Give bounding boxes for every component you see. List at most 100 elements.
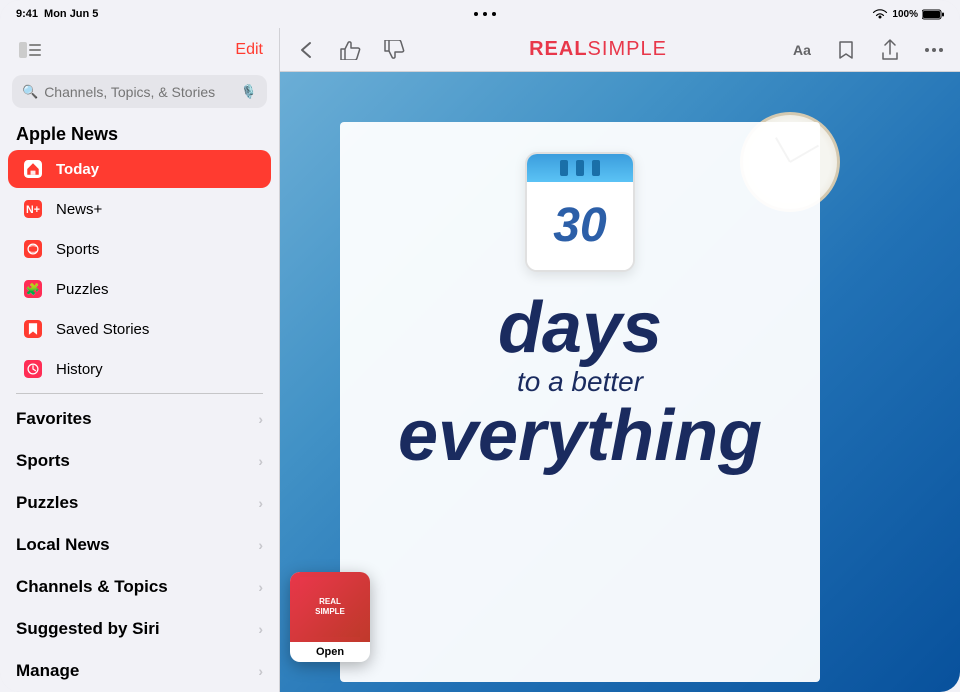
dot1: [474, 12, 478, 16]
apple-news-section-label: Apple News: [0, 116, 279, 149]
article-card: 30 days to a better everything: [340, 122, 820, 682]
news-plus-icon: N+: [20, 196, 46, 222]
suggested-by-siri-label: Suggested by Siri: [16, 619, 160, 639]
puzzles-group-chevron: ›: [258, 495, 263, 511]
article-toolbar: REALSIMPLE Aa: [280, 28, 960, 72]
sidebar-item-history[interactable]: History: [8, 350, 271, 388]
sidebar-item-local-news[interactable]: Local News ›: [0, 524, 279, 566]
open-popup-label[interactable]: Open: [316, 642, 344, 662]
like-button[interactable]: [336, 36, 364, 64]
suggested-by-siri-chevron: ›: [258, 621, 263, 637]
main-layout: Edit 🔍 🎙️ Apple News Today: [0, 28, 960, 692]
sidebar-item-puzzles[interactable]: 🧩 Puzzles: [8, 270, 271, 308]
popup-thumbnail: REALSIMPLE: [290, 572, 370, 642]
content-area: REALSIMPLE Aa: [280, 28, 960, 692]
dislike-icon: [383, 40, 405, 60]
sports-group-chevron: ›: [258, 453, 263, 469]
status-bar-center: [474, 12, 496, 16]
like-icon: [339, 40, 361, 60]
channels-topics-chevron: ›: [258, 579, 263, 595]
saved-stories-icon: [20, 316, 46, 342]
sidebar-item-saved-stories[interactable]: Saved Stories: [8, 310, 271, 348]
puzzles-group-label: Puzzles: [16, 493, 78, 513]
calendar-number: 30: [553, 202, 606, 250]
dot3: [492, 12, 496, 16]
local-news-label: Local News: [16, 535, 110, 555]
sidebar-item-channels-topics[interactable]: Channels & Topics ›: [0, 566, 279, 608]
article-content: 30 days to a better everything REALSIMPL…: [280, 72, 960, 692]
search-input[interactable]: [44, 84, 235, 100]
puzzles-icon: 🧩: [20, 276, 46, 302]
today-icon: [20, 156, 46, 182]
search-bar[interactable]: 🔍 🎙️: [12, 75, 267, 108]
today-label: Today: [56, 161, 99, 178]
sidebar-topbar: Edit: [0, 28, 279, 71]
cal-ring-2: [576, 160, 584, 176]
toolbar-left: [292, 36, 408, 64]
svg-text:🧩: 🧩: [26, 282, 40, 296]
status-bar-left: 9:41 Mon Jun 5: [16, 8, 98, 20]
calendar-body: 30: [527, 182, 633, 270]
back-icon: [300, 41, 312, 59]
channels-topics-label: Channels & Topics: [16, 577, 168, 597]
share-button[interactable]: [876, 36, 904, 64]
status-bar: 9:41 Mon Jun 5 100%: [0, 0, 960, 28]
cal-ring-1: [560, 160, 568, 176]
status-time: 9:41: [16, 8, 38, 20]
toolbar-right: Aa: [788, 36, 948, 64]
news-plus-label: News+: [56, 201, 102, 218]
sidebar-item-news-plus[interactable]: N+ News+: [8, 190, 271, 228]
bookmark-icon: [838, 40, 854, 60]
battery-level: 100%: [892, 9, 918, 20]
status-day: Mon Jun 5: [44, 8, 98, 20]
article-headline-everything: everything: [398, 400, 762, 472]
sidebar: Edit 🔍 🎙️ Apple News Today: [0, 28, 280, 692]
favorites-label: Favorites: [16, 409, 92, 429]
back-button[interactable]: [292, 36, 320, 64]
sidebar-item-manage[interactable]: Manage ›: [0, 650, 279, 692]
magazine-title: REALSIMPLE: [529, 38, 667, 61]
more-icon: [924, 47, 944, 53]
sports-nav-icon: [20, 236, 46, 262]
manage-chevron: ›: [258, 663, 263, 679]
mic-icon: 🎙️: [241, 84, 257, 100]
more-button[interactable]: [920, 36, 948, 64]
article-headline-days: days: [498, 292, 662, 364]
sports-group-label: Sports: [16, 451, 70, 471]
sidebar-item-today[interactable]: Today: [8, 150, 271, 188]
sidebar-item-puzzles-group[interactable]: Puzzles ›: [0, 482, 279, 524]
battery-icon: [922, 9, 944, 20]
article-subtext-1: to a better: [517, 364, 643, 400]
cal-ring-3: [592, 160, 600, 176]
dot2: [483, 12, 487, 16]
font-size-button[interactable]: Aa: [788, 36, 816, 64]
search-icon: 🔍: [22, 84, 38, 100]
sidebar-toggle-icon: [19, 42, 41, 58]
manage-label: Manage: [16, 661, 79, 681]
svg-text:N+: N+: [26, 204, 40, 216]
sidebar-item-sports[interactable]: Sports: [8, 230, 271, 268]
local-news-chevron: ›: [258, 537, 263, 553]
magazine-title-simple: SIMPLE: [588, 38, 667, 60]
sports-label: Sports: [56, 241, 99, 258]
share-icon: [881, 39, 899, 61]
history-icon: [20, 356, 46, 382]
bookmark-button[interactable]: [832, 36, 860, 64]
sidebar-item-suggested-by-siri[interactable]: Suggested by Siri ›: [0, 608, 279, 650]
divider-1: [16, 393, 263, 394]
saved-stories-label: Saved Stories: [56, 321, 149, 338]
dislike-button[interactable]: [380, 36, 408, 64]
sidebar-toggle-button[interactable]: [16, 39, 44, 61]
puzzles-label: Puzzles: [56, 281, 109, 298]
calendar-icon: 30: [525, 152, 635, 272]
article-background: 30 days to a better everything REALSIMPL…: [280, 72, 960, 692]
open-popup[interactable]: REALSIMPLE Open: [290, 572, 370, 662]
history-label: History: [56, 361, 103, 378]
wifi-icon: [872, 8, 888, 20]
sidebar-item-sports-group[interactable]: Sports ›: [0, 440, 279, 482]
edit-button[interactable]: Edit: [235, 41, 263, 59]
font-size-icon: Aa: [793, 42, 811, 58]
ipad-frame: 9:41 Mon Jun 5 100%: [0, 0, 960, 692]
sidebar-item-favorites[interactable]: Favorites ›: [0, 398, 279, 440]
calendar-top: [527, 154, 633, 182]
